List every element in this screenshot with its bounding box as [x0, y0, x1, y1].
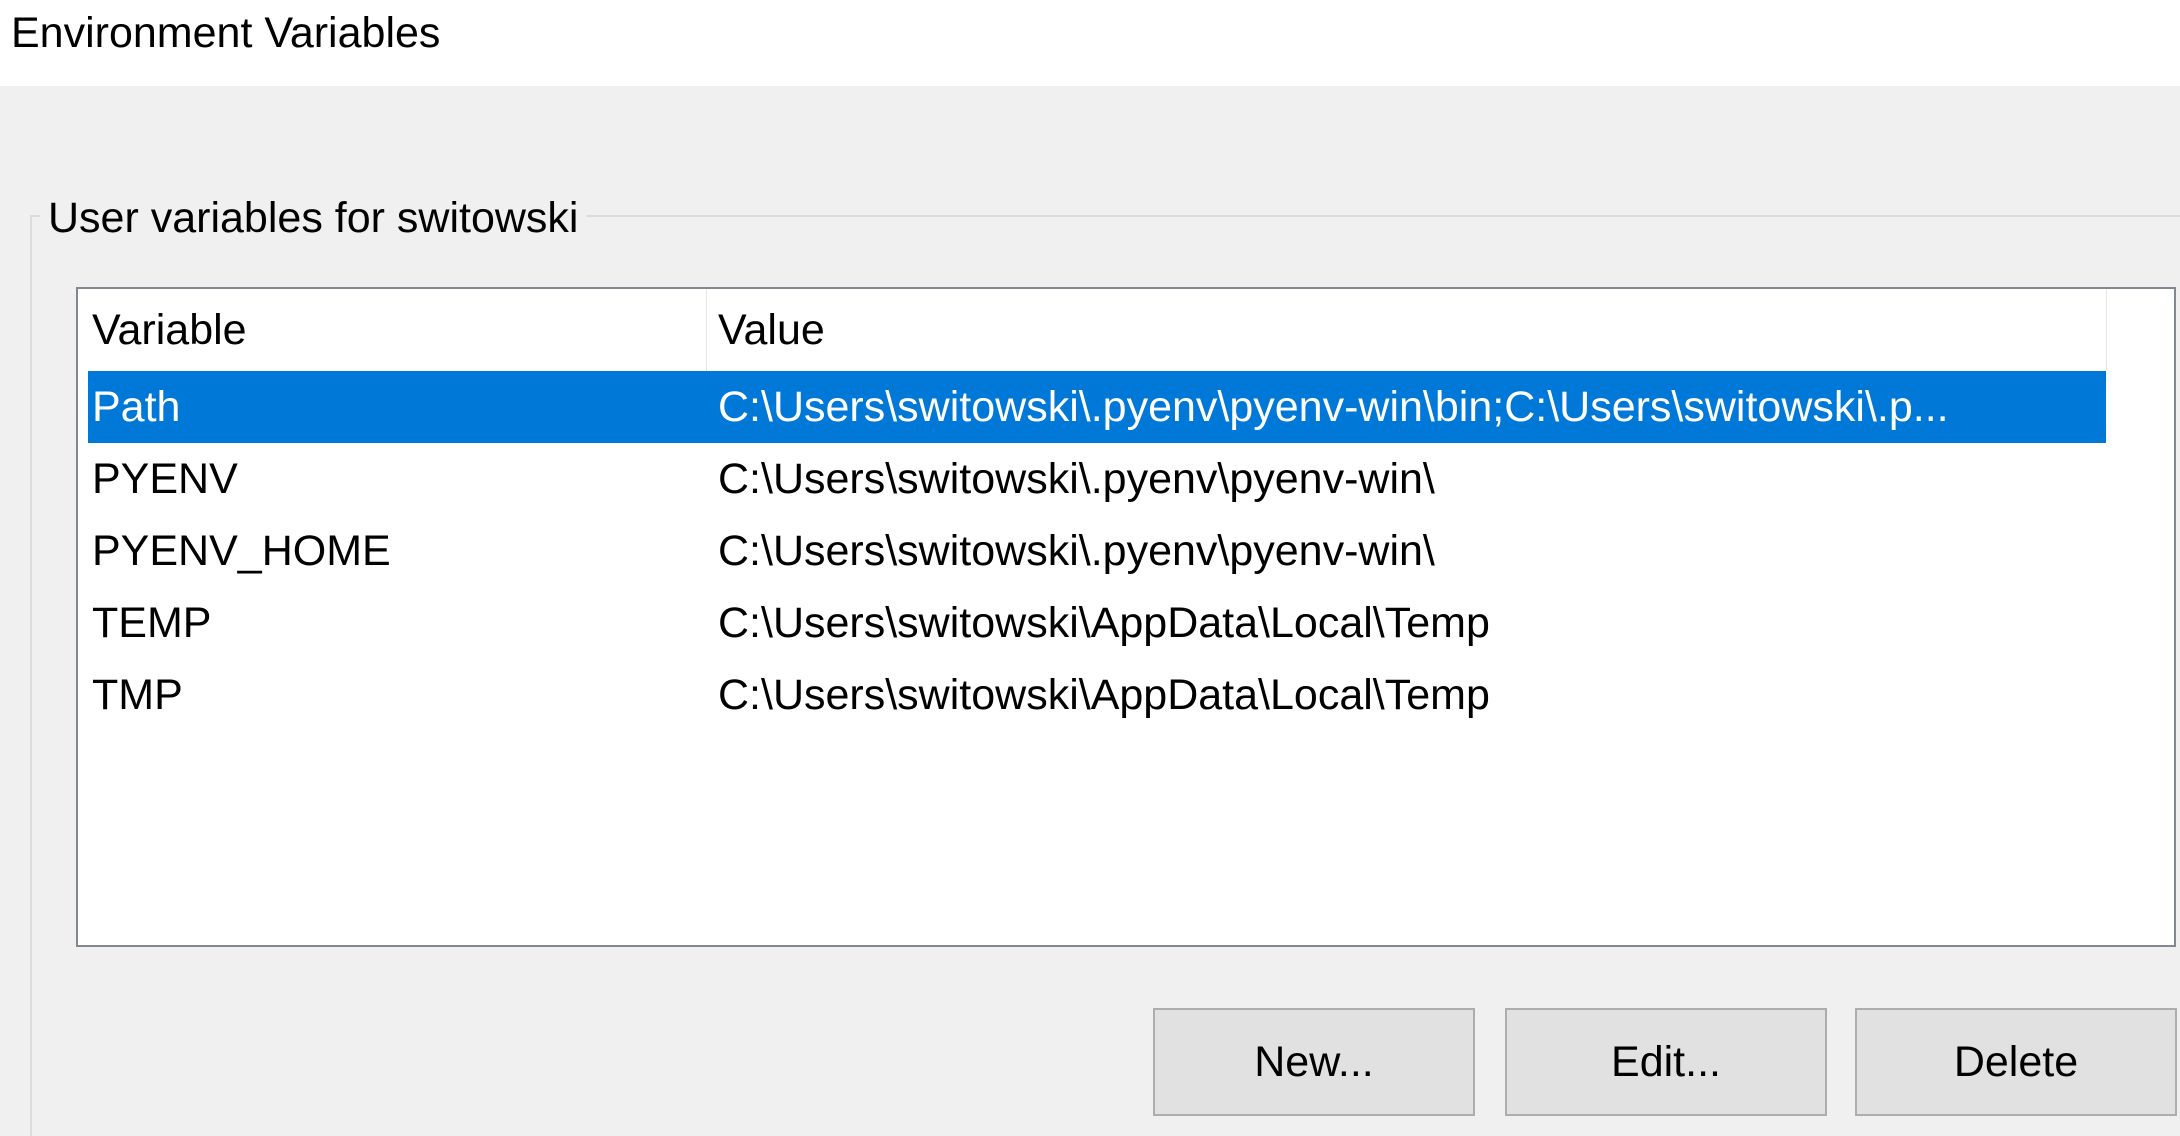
column-header-value[interactable]: Value	[718, 289, 825, 371]
list-row[interactable]: PYENV C:\Users\switowski\.pyenv\pyenv-wi…	[88, 443, 2106, 515]
list-header: Variable Value	[78, 289, 2178, 371]
list-row[interactable]: TMP C:\Users\switowski\AppData\Local\Tem…	[88, 659, 2106, 731]
window-title: Environment Variables	[11, 9, 441, 57]
user-variables-legend: User variables for switowski	[40, 192, 587, 244]
row-variable-name: TEMP	[92, 599, 212, 647]
delete-button[interactable]: Delete	[1855, 1008, 2177, 1116]
row-variable-value: C:\Users\switowski\.pyenv\pyenv-win\	[718, 455, 1435, 503]
column-header-variable[interactable]: Variable	[92, 289, 247, 371]
list-row[interactable]: TEMP C:\Users\switowski\AppData\Local\Te…	[88, 587, 2106, 659]
row-variable-value: C:\Users\switowski\AppData\Local\Temp	[718, 599, 1490, 647]
list-row[interactable]: Path C:\Users\switowski\.pyenv\pyenv-win…	[88, 371, 2106, 443]
row-variable-name: Path	[92, 383, 181, 431]
column-separator[interactable]	[2106, 289, 2107, 371]
row-variable-name: PYENV_HOME	[92, 527, 391, 575]
column-separator[interactable]	[706, 289, 707, 371]
environment-variables-dialog: Environment Variables User variables for…	[0, 0, 2180, 1136]
list-row[interactable]: PYENV_HOME C:\Users\switowski\.pyenv\pye…	[88, 515, 2106, 587]
row-variable-name: TMP	[92, 671, 183, 719]
row-variable-name: PYENV	[92, 455, 238, 503]
title-bar: Environment Variables	[0, 0, 2180, 86]
new-button[interactable]: New...	[1153, 1008, 1475, 1116]
row-variable-value: C:\Users\switowski\AppData\Local\Temp	[718, 671, 1490, 719]
row-variable-value: C:\Users\switowski\.pyenv\pyenv-win\bin;…	[718, 383, 1949, 431]
row-variable-value: C:\Users\switowski\.pyenv\pyenv-win\	[718, 527, 1435, 575]
user-variables-list[interactable]: Variable Value Path C:\Users\switowski\.…	[76, 287, 2176, 947]
edit-button[interactable]: Edit...	[1505, 1008, 1827, 1116]
